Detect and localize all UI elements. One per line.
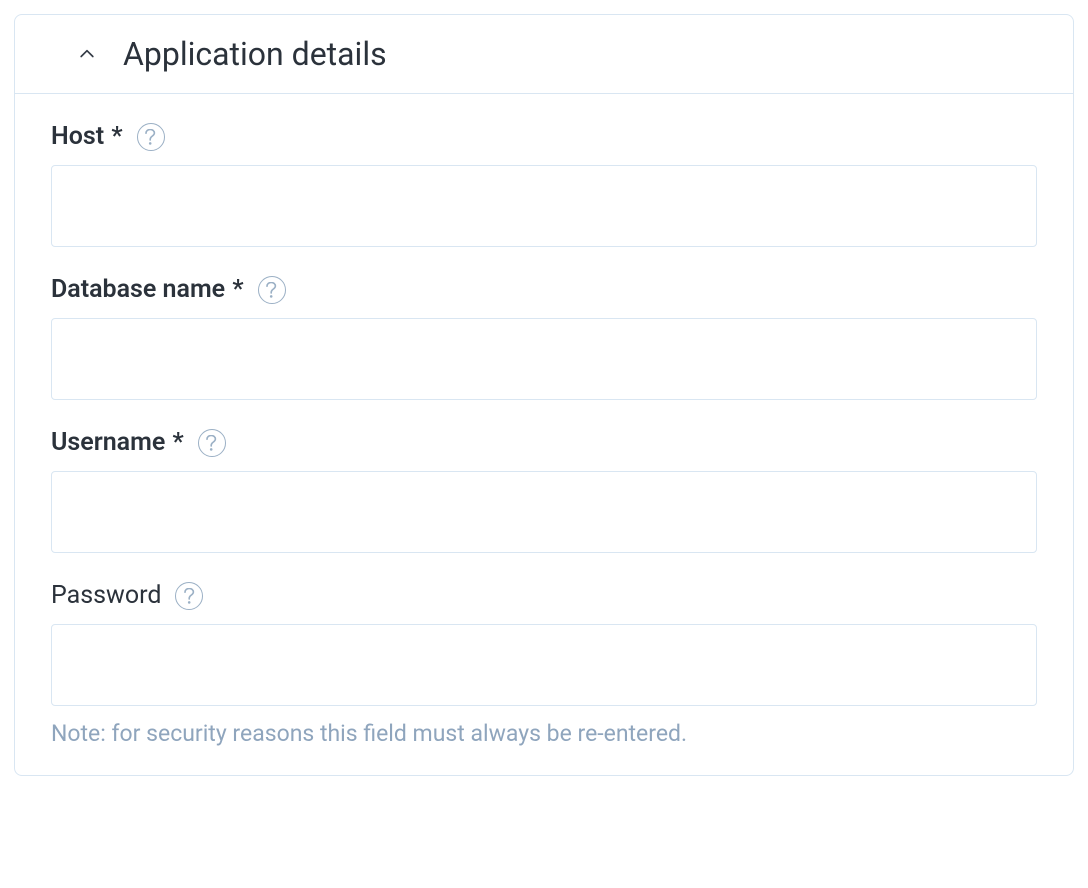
- password-label: Password: [51, 581, 161, 610]
- host-label-row: Host *: [51, 122, 1037, 151]
- application-details-panel: Application details Host * Database name…: [14, 14, 1074, 776]
- help-icon[interactable]: [258, 276, 286, 304]
- username-label-row: Username *: [51, 428, 1037, 457]
- password-note: Note: for security reasons this field mu…: [51, 720, 1037, 747]
- username-input[interactable]: [51, 471, 1037, 553]
- password-input[interactable]: [51, 624, 1037, 706]
- host-label: Host *: [51, 122, 123, 151]
- host-input[interactable]: [51, 165, 1037, 247]
- help-icon[interactable]: [137, 123, 165, 151]
- username-label: Username *: [51, 428, 184, 457]
- help-icon[interactable]: [198, 429, 226, 457]
- host-label-text: Host: [51, 122, 104, 151]
- database-name-label: Database name *: [51, 275, 244, 304]
- application-details-header[interactable]: Application details: [15, 15, 1073, 94]
- username-field-group: Username *: [51, 400, 1037, 553]
- section-title: Application details: [123, 35, 387, 73]
- database-name-input[interactable]: [51, 318, 1037, 400]
- password-label-row: Password: [51, 581, 1037, 610]
- database-name-label-text: Database name: [51, 275, 225, 304]
- required-asterisk: *: [166, 428, 183, 457]
- help-icon[interactable]: [175, 582, 203, 610]
- required-asterisk: *: [226, 275, 243, 304]
- database-name-field-group: Database name *: [51, 247, 1037, 400]
- host-field-group: Host *: [51, 94, 1037, 247]
- required-asterisk: *: [105, 122, 122, 151]
- database-name-label-row: Database name *: [51, 275, 1037, 304]
- password-label-text: Password: [51, 581, 161, 610]
- chevron-up-icon: [75, 42, 99, 66]
- username-label-text: Username: [51, 428, 165, 457]
- application-details-body: Host * Database name *: [15, 94, 1073, 775]
- password-field-group: Password Note: for security reasons this…: [51, 553, 1037, 747]
